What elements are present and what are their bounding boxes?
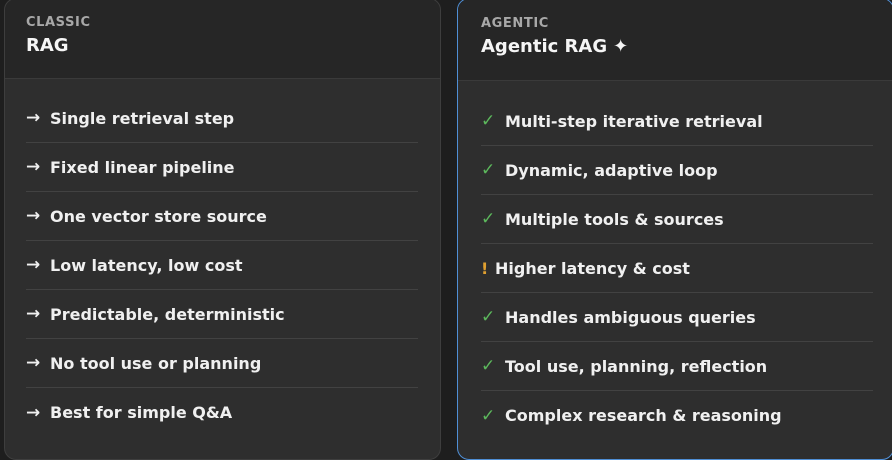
list-item: ✓ Multi-step iterative retrieval	[481, 97, 873, 146]
list-item: → Best for simple Q&A	[26, 388, 418, 437]
list-item-text: Fixed linear pipeline	[50, 157, 235, 177]
classic-title: RAG	[26, 35, 69, 56]
arrow-right-icon: →	[26, 255, 41, 275]
list-item-text: Handles ambiguous queries	[505, 307, 756, 327]
list-item-text: No tool use or planning	[50, 353, 262, 373]
classic-eyebrow: CLASSIC	[26, 15, 91, 30]
warning-icon: !	[481, 258, 489, 278]
list-item: ! Higher latency & cost	[481, 244, 873, 293]
arrow-right-icon: →	[26, 402, 41, 423]
list-item-text: Single retrieval step	[50, 108, 235, 128]
list-item: → One vector store source	[26, 192, 418, 241]
list-item: → Predictable, deterministic	[26, 290, 418, 339]
classic-rag-card: CLASSIC RAG → Single retrieval step → Fi…	[4, 0, 441, 460]
agentic-eyebrow: AGENTIC	[481, 16, 549, 31]
agentic-feature-list: ✓ Multi-step iterative retrieval ✓ Dynam…	[481, 97, 873, 440]
check-icon: ✓	[481, 356, 496, 376]
classic-feature-list: → Single retrieval step → Fixed linear p…	[26, 94, 418, 437]
list-item: ✓ Handles ambiguous queries	[481, 293, 873, 342]
check-icon: ✓	[481, 160, 496, 180]
check-icon: ✓	[481, 111, 496, 131]
list-item: → Low latency, low cost	[26, 241, 418, 290]
list-item-text: Multiple tools & sources	[505, 209, 724, 229]
list-item: ✓ Dynamic, adaptive loop	[481, 146, 873, 195]
arrow-right-icon: →	[26, 206, 41, 226]
agentic-rag-card: AGENTIC Agentic RAG ✦ ✓ Multi-step iterat…	[457, 0, 892, 460]
list-item-text: One vector store source	[50, 206, 267, 226]
agentic-title: Agentic RAG	[481, 36, 608, 57]
check-icon: ✓	[481, 209, 496, 229]
list-item: → Single retrieval step	[26, 94, 418, 143]
list-item: → No tool use or planning	[26, 339, 418, 388]
list-item-text: Multi-step iterative retrieval	[505, 111, 763, 131]
list-item-text: Higher latency & cost	[495, 258, 690, 278]
list-item: ✓ Complex research & reasoning	[481, 391, 873, 440]
list-item-text: Best for simple Q&A	[50, 403, 233, 422]
list-item-text: Tool use, planning, reflection	[505, 356, 768, 376]
arrow-right-icon: →	[26, 108, 41, 128]
list-item-text: Predictable, deterministic	[50, 304, 285, 324]
list-item-text: Complex research & reasoning	[505, 406, 782, 425]
list-item-text: Low latency, low cost	[50, 255, 243, 275]
classic-card-header: CLASSIC RAG	[5, 0, 440, 79]
list-item: ✓ Multiple tools & sources	[481, 195, 873, 244]
agentic-card-header: AGENTIC Agentic RAG ✦	[458, 0, 892, 81]
list-item-text: Dynamic, adaptive loop	[505, 160, 718, 180]
check-icon: ✓	[481, 307, 496, 327]
arrow-right-icon: →	[26, 157, 41, 177]
list-item: → Fixed linear pipeline	[26, 143, 418, 192]
sparkle-icon: ✦	[613, 36, 629, 57]
agentic-title-row: Agentic RAG ✦	[481, 36, 892, 58]
arrow-right-icon: →	[26, 353, 41, 373]
arrow-right-icon: →	[26, 304, 41, 324]
check-icon: ✓	[481, 405, 496, 426]
list-item: ✓ Tool use, planning, reflection	[481, 342, 873, 391]
